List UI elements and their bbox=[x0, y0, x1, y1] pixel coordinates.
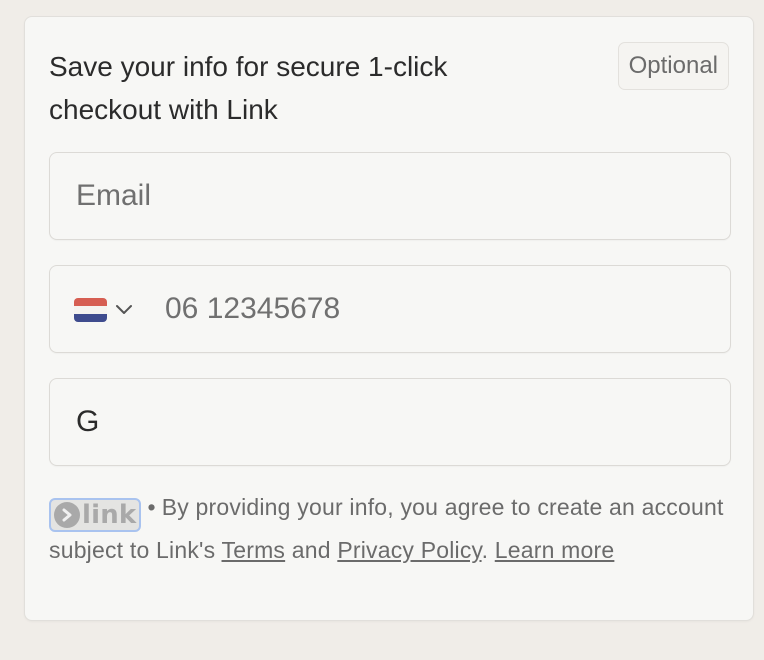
link-signup-card: Save your info for secure 1-click checko… bbox=[24, 16, 754, 621]
separator-dot: • bbox=[147, 494, 156, 520]
netherlands-flag-icon bbox=[74, 298, 107, 322]
email-input[interactable] bbox=[76, 153, 696, 239]
learn-more-link[interactable]: Learn more bbox=[495, 537, 615, 563]
terms-link[interactable]: Terms bbox=[222, 537, 286, 563]
link-chevron-icon bbox=[54, 502, 80, 528]
name-input[interactable] bbox=[76, 379, 696, 465]
phone-input[interactable] bbox=[165, 266, 705, 352]
optional-badge: Optional bbox=[617, 42, 729, 90]
link-logo-text: link bbox=[82, 500, 137, 530]
privacy-policy-link[interactable]: Privacy Policy bbox=[337, 537, 481, 563]
chevron-down-icon bbox=[115, 301, 133, 319]
country-selector[interactable] bbox=[74, 296, 138, 324]
link-terms-notice: link • By providing your info, you agree … bbox=[49, 489, 731, 568]
phone-field[interactable] bbox=[49, 265, 731, 353]
name-field[interactable] bbox=[49, 378, 731, 466]
terms-text-2: and bbox=[291, 537, 331, 563]
card-title: Save your info for secure 1-click checko… bbox=[49, 51, 448, 125]
terms-text-3: . bbox=[481, 537, 489, 563]
link-logo: link bbox=[49, 498, 142, 532]
email-field[interactable] bbox=[49, 152, 731, 240]
